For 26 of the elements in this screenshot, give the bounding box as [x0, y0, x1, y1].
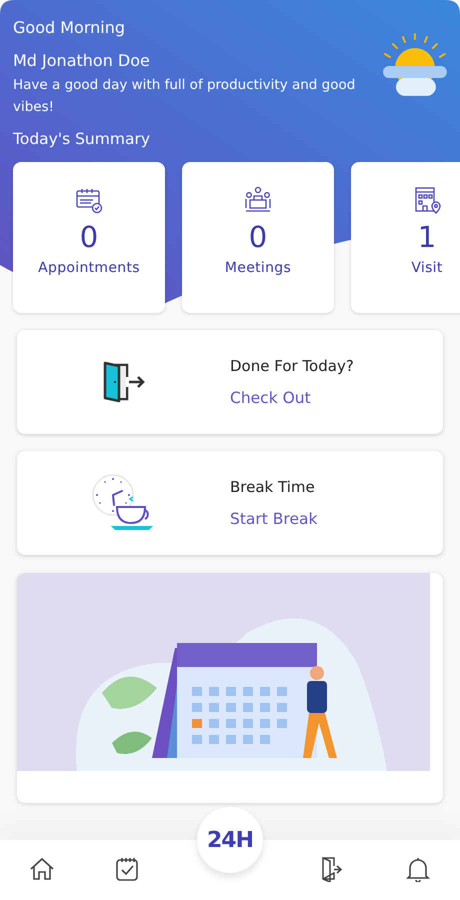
summary-label: Appointments [38, 260, 140, 276]
user-name: Md Jonathon Doe [13, 51, 151, 70]
bell-icon [404, 856, 431, 882]
action-title: Break Time [230, 478, 316, 496]
greeting-text: Good Morning [13, 18, 126, 37]
summary-count: 0 [248, 220, 268, 254]
summary-count: 1 [418, 220, 436, 254]
action-link[interactable]: Check Out [230, 389, 354, 407]
24h-button[interactable]: 24H [196, 807, 263, 873]
summary-count: 0 [80, 220, 98, 254]
home-icon [29, 856, 56, 882]
building-pin-icon [413, 186, 441, 214]
summary-label: Meetings [224, 260, 292, 276]
summary-card[interactable]: 0 Appointments [13, 162, 165, 313]
summary-title: Today's Summary [13, 130, 151, 148]
nav-button[interactable] [404, 856, 432, 884]
calendar-check-icon [114, 856, 140, 882]
action-link[interactable]: Start Break [230, 510, 318, 528]
summary-card[interactable]: 1 Visit [351, 162, 460, 313]
sun-cloud-icon [382, 32, 448, 98]
summary-card[interactable]: 0 Meetings [182, 162, 334, 313]
action-title: Done For Today? [230, 357, 354, 375]
meeting-table-icon [244, 186, 272, 214]
greeting-message: Have a good day with full of productivity and good vibes! [13, 76, 356, 117]
summary-label: Visit [411, 260, 443, 276]
calendar-clock-icon [75, 186, 103, 214]
